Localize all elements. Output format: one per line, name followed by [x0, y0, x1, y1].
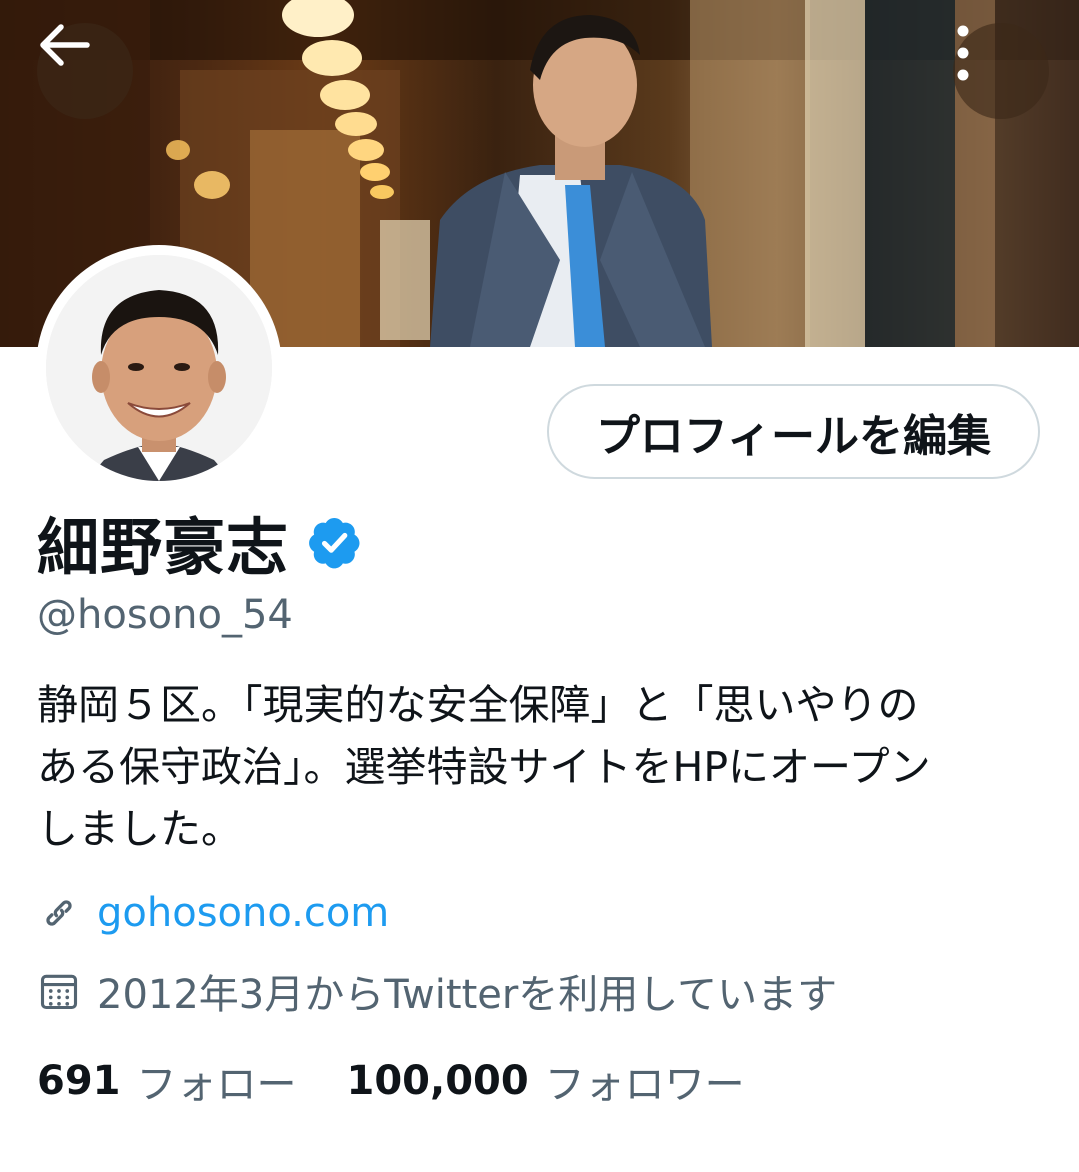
bio-line: しました。: [37, 805, 242, 853]
verified-badge-icon: [309, 517, 360, 569]
following-stat[interactable]: 691 フォロー: [37, 1052, 297, 1110]
more-vertical-icon: [957, 25, 969, 81]
follow-stats: 691 フォロー 100,000 フォロワー: [37, 1052, 745, 1110]
website-row: gohosono.com: [37, 890, 389, 936]
more-options-button[interactable]: [953, 23, 1049, 119]
back-button[interactable]: [37, 23, 133, 119]
calendar-icon: [40, 974, 78, 1010]
profile-page: プロフィールを編集 細野豪志 @hosono_54 静岡５区。「現実的な安全保障…: [0, 0, 1079, 1172]
edit-profile-button[interactable]: プロフィールを編集: [547, 384, 1040, 479]
edit-profile-label: プロフィールを編集: [595, 410, 992, 462]
bio-line: ある保守政治」。選挙特設サイトをHPにオープン: [37, 743, 931, 791]
website-link[interactable]: gohosono.com: [97, 890, 389, 936]
followers-label: フォロワー: [544, 1062, 745, 1108]
link-icon: [46, 900, 72, 926]
followers-stat[interactable]: 100,000 フォロワー: [347, 1052, 745, 1110]
following-count: 691: [37, 1058, 121, 1104]
bio-line: 静岡５区。「現実的な安全保障」と「思いやりの: [37, 681, 919, 729]
display-name: 細野豪志: [37, 511, 290, 584]
user-handle: @hosono_54: [37, 592, 293, 638]
joined-row: 2012年3月からTwitterを利用しています: [37, 962, 837, 1020]
followers-count: 100,000: [346, 1058, 529, 1104]
name-row: 細野豪志: [37, 502, 363, 584]
joined-date: 2012年3月からTwitterを利用しています: [97, 972, 838, 1018]
profile-avatar[interactable]: [36, 245, 282, 491]
arrow-left-icon: [40, 24, 90, 66]
avatar-photo: [46, 255, 272, 481]
following-label: フォロー: [136, 1062, 297, 1108]
profile-bio: 静岡５区。「現実的な安全保障」と「思いやりの ある保守政治」。選挙特設サイトをH…: [37, 674, 1047, 860]
